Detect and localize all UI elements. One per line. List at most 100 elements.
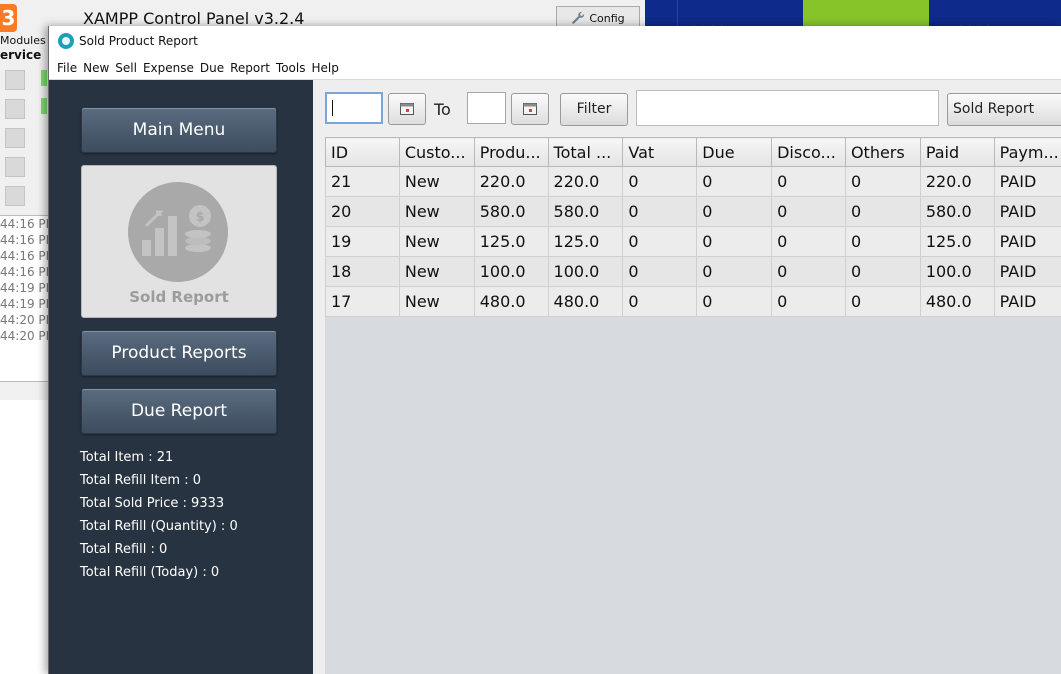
table-cell: 220.0 [919, 166, 995, 197]
to-date-input[interactable] [467, 92, 506, 124]
table-body: 21New220.0220.00000220.0PAIDn20New580.05… [325, 166, 1061, 317]
table-cell: 0 [696, 256, 773, 287]
column-header-product[interactable]: Produ... [473, 137, 549, 167]
table-cell: 100.0 [547, 256, 624, 287]
table-cell: 0 [622, 226, 698, 257]
table-cell: 580.0 [473, 196, 549, 227]
xampp-service-checkbox[interactable] [5, 99, 25, 119]
table-cell: 480.0 [547, 286, 624, 317]
table-cell: 0 [771, 166, 846, 197]
app-icon [58, 33, 74, 49]
table-cell: 580.0 [919, 196, 995, 227]
calendar-icon [400, 103, 414, 115]
window-title: Sold Product Report [79, 34, 198, 48]
to-date-picker-button[interactable] [511, 93, 549, 125]
table-cell: 480.0 [473, 286, 549, 317]
xampp-log-line: 44:19 PM [0, 297, 56, 311]
xampp-status-green [41, 98, 47, 114]
stat-total-refill-today: Total Refill (Today) : 0 [80, 565, 220, 580]
summary-stats: Total Item : 21 Total Refill Item : 0 To… [80, 446, 238, 584]
table-cell: 480.0 [919, 286, 995, 317]
xampp-service-label: ervice [0, 48, 42, 62]
xampp-log-line: 44:16 PM [0, 265, 56, 279]
column-header-total[interactable]: Total ... [547, 137, 624, 167]
sold-report-table-area: ID Custo... Produ... Total ... Vat Due D… [325, 137, 1061, 674]
text-caret [332, 100, 333, 116]
xampp-log-line: 44:20 PM [0, 313, 56, 327]
xampp-config-label: Config [589, 11, 625, 25]
table-cell: 0 [696, 286, 773, 317]
xampp-log-line: 44:19 PM [0, 281, 56, 295]
table-row[interactable]: 17New480.0480.00000480.0PAIDn [325, 286, 1061, 317]
title-bar[interactable]: Sold Product Report [49, 26, 1061, 57]
table-cell: New [398, 166, 475, 197]
column-header-vat[interactable]: Vat [622, 137, 698, 167]
menu-due[interactable]: Due [200, 61, 224, 75]
table-cell: 220.0 [547, 166, 624, 197]
table-cell: PAID [993, 286, 1061, 317]
table-cell: 0 [696, 166, 773, 197]
menu-expense[interactable]: Expense [143, 61, 194, 75]
filter-button[interactable]: Filter [560, 93, 628, 126]
table-cell: 100.0 [473, 256, 549, 287]
column-header-payment[interactable]: Paym... [993, 137, 1061, 167]
column-header-due[interactable]: Due [696, 137, 773, 167]
stat-total-refill-item: Total Refill Item : 0 [80, 473, 201, 488]
due-report-button[interactable]: Due Report [81, 388, 277, 434]
xampp-service-checkbox[interactable] [5, 128, 25, 148]
table-cell: 0 [622, 286, 698, 317]
table-cell: 0 [696, 226, 773, 257]
table-cell: 125.0 [473, 226, 549, 257]
table-cell: 0 [622, 256, 698, 287]
sold-report-card[interactable]: $ Sold Report [81, 165, 277, 318]
table-cell: 0 [696, 196, 773, 227]
column-header-id[interactable]: ID [325, 137, 400, 167]
menu-sell[interactable]: Sell [115, 61, 137, 75]
column-header-others[interactable]: Others [844, 137, 921, 167]
table-cell: PAID [993, 256, 1061, 287]
xampp-service-checkbox[interactable] [5, 186, 25, 206]
column-header-discount[interactable]: Disco... [771, 137, 846, 167]
table-cell: 100.0 [919, 256, 995, 287]
menu-help[interactable]: Help [311, 61, 338, 75]
column-header-customer[interactable]: Custo... [398, 137, 475, 167]
table-row[interactable]: 18New100.0100.00000100.0PAIDn [325, 256, 1061, 287]
table-cell: New [398, 226, 475, 257]
main-menu-button[interactable]: Main Menu [81, 107, 277, 153]
table-cell: 17 [325, 286, 400, 317]
xampp-log-panel: 44:16 PM 44:16 PM 44:16 PM 44:16 PM 44:1… [0, 215, 56, 382]
table-header-row: ID Custo... Produ... Total ... Vat Due D… [325, 137, 1061, 167]
from-date-input[interactable] [325, 92, 383, 124]
table-cell: 0 [844, 286, 921, 317]
to-label: To [434, 100, 451, 119]
xampp-status-indicators [41, 70, 47, 126]
xampp-modules-label: Modules [0, 34, 46, 47]
table-cell: 20 [325, 196, 400, 227]
menu-file[interactable]: File [57, 61, 77, 75]
table-cell: 0 [844, 166, 921, 197]
column-header-paid[interactable]: Paid [919, 137, 995, 167]
xampp-logo-icon: 3 [0, 4, 17, 32]
table-cell: 0 [844, 196, 921, 227]
menu-bar: File New Sell Expense Due Report Tools H… [49, 57, 1061, 80]
table-row[interactable]: 21New220.0220.00000220.0PAIDn [325, 166, 1061, 197]
menu-new[interactable]: New [83, 61, 109, 75]
taskbar-tile[interactable]: · · · · [929, 0, 1061, 33]
table-row[interactable]: 19New125.0125.00000125.0PAIDn [325, 226, 1061, 257]
sidebar: Main Menu $ Sold Report Product Reports … [49, 80, 313, 674]
table-row[interactable]: 20New580.0580.00000580.0PAIDn [325, 196, 1061, 227]
menu-report[interactable]: Report [230, 61, 270, 75]
xampp-service-checkbox[interactable] [5, 70, 25, 90]
table-cell: New [398, 256, 475, 287]
stat-total-refill-quantity: Total Refill (Quantity) : 0 [80, 519, 238, 534]
report-type-select[interactable]: Sold Report [947, 93, 1061, 126]
taskbar-tile[interactable]: · · · · [645, 0, 803, 33]
search-input[interactable] [636, 90, 939, 126]
product-reports-button[interactable]: Product Reports [81, 330, 277, 376]
xampp-status-green [41, 70, 47, 86]
from-date-picker-button[interactable] [388, 93, 426, 125]
table-cell: 0 [771, 226, 846, 257]
taskbar-tile-active[interactable]: · · · · [803, 0, 929, 33]
xampp-service-checkbox[interactable] [5, 157, 25, 177]
menu-tools[interactable]: Tools [276, 61, 306, 75]
